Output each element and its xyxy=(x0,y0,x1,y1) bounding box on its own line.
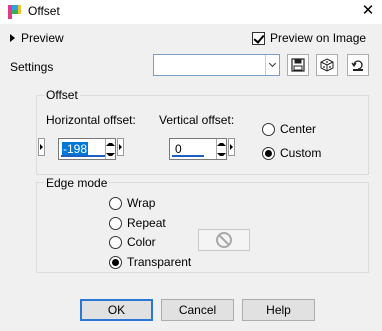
preview-toggle[interactable]: Preview xyxy=(10,31,64,45)
ok-button[interactable]: OK xyxy=(80,299,153,321)
wrap-radio[interactable]: Wrap xyxy=(109,196,155,210)
help-button[interactable]: Help xyxy=(242,299,315,321)
vertical-offset-spinner[interactable]: 0 xyxy=(169,138,227,160)
custom-radio[interactable]: Custom xyxy=(262,146,321,160)
horizontal-offset-label: Horizontal offset: xyxy=(46,113,136,127)
radio-off-icon[interactable] xyxy=(109,216,122,230)
close-icon[interactable]: ✕ xyxy=(354,0,382,24)
preview-on-image-checkbox[interactable]: Preview on Image xyxy=(252,31,366,45)
custom-radio-label: Custom xyxy=(280,146,322,160)
radio-off-icon[interactable] xyxy=(262,122,275,136)
spin-buttons[interactable] xyxy=(216,139,226,159)
window-title: Offset xyxy=(28,4,60,18)
arrow-right-icon xyxy=(40,144,43,150)
vertical-offset-value[interactable]: 0 xyxy=(175,142,182,156)
color-radio[interactable]: Color xyxy=(109,235,156,249)
checkbox-checked-icon[interactable] xyxy=(252,31,265,45)
spin-buttons[interactable] xyxy=(105,139,115,159)
radio-on-icon[interactable] xyxy=(262,146,275,160)
transparent-radio-label: Transparent xyxy=(127,255,192,269)
reset-button[interactable] xyxy=(347,54,369,76)
horizontal-offset-value[interactable]: -198 xyxy=(62,142,89,156)
horizontal-offset-extra-arrow[interactable] xyxy=(117,138,124,156)
radio-off-icon[interactable] xyxy=(109,235,122,249)
vertical-offset-extra-arrow[interactable] xyxy=(228,138,235,156)
repeat-radio-label: Repeat xyxy=(127,216,166,230)
preview-on-image-label: Preview on Image xyxy=(270,31,367,45)
chevron-down-icon[interactable] xyxy=(265,55,279,75)
vertical-offset-label: Vertical offset: xyxy=(159,113,235,127)
color-radio-label: Color xyxy=(127,235,156,249)
offset-group-title: Offset xyxy=(44,88,80,102)
save-preset-button[interactable] xyxy=(287,54,309,76)
radio-off-icon[interactable] xyxy=(109,196,122,210)
dice-icon xyxy=(320,58,334,72)
offset-group xyxy=(36,95,369,175)
spin-up-icon[interactable] xyxy=(106,142,115,146)
link-toggle[interactable] xyxy=(38,138,45,156)
transparent-radio[interactable]: Transparent xyxy=(109,255,191,269)
repeat-radio[interactable]: Repeat xyxy=(109,216,166,230)
randomize-button[interactable] xyxy=(316,54,338,76)
save-icon xyxy=(291,58,305,72)
cancel-button[interactable]: Cancel xyxy=(161,299,234,321)
center-radio[interactable]: Center xyxy=(262,122,316,136)
settings-dropdown[interactable] xyxy=(153,54,280,76)
center-radio-label: Center xyxy=(280,122,317,136)
horizontal-offset-spinner[interactable]: -198 xyxy=(58,138,116,160)
settings-label: Settings xyxy=(10,60,54,74)
spin-up-icon[interactable] xyxy=(217,142,226,146)
spin-down-icon[interactable] xyxy=(217,152,226,156)
edge-color-swatch[interactable] xyxy=(198,229,250,251)
wrap-radio-label: Wrap xyxy=(127,196,156,210)
preview-label: Preview xyxy=(21,31,64,45)
disabled-icon xyxy=(216,232,232,248)
expand-triangle-icon xyxy=(10,34,15,42)
arrow-right-icon xyxy=(230,144,233,150)
reset-icon xyxy=(351,60,363,71)
horizontal-offset-slider xyxy=(61,155,105,157)
edge-mode-group-title: Edge mode xyxy=(44,176,110,190)
radio-on-icon[interactable] xyxy=(109,255,122,269)
app-logo-icon xyxy=(8,5,21,19)
spin-down-icon[interactable] xyxy=(106,152,115,156)
edge-mode-group xyxy=(36,182,369,273)
vertical-offset-slider xyxy=(172,155,204,157)
arrow-right-icon xyxy=(119,144,122,150)
